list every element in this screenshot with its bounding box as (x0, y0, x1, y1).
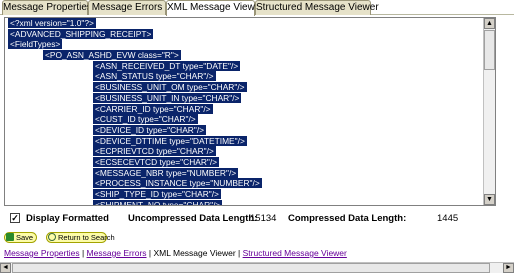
xml-line: <CARRIER_ID type="CHAR"/> (5, 103, 483, 115)
xml-line: <BUSINESS_UNIT_OM type="CHAR"/> (5, 82, 483, 93)
link-message-properties[interactable]: Message Properties (4, 248, 80, 258)
xml-viewer[interactable]: <?xml version="1.0"?> <ADVANCED_SHIPPING_… (4, 17, 496, 206)
xml-line-text: <PROCESS_INSTANCE type="NUMBER"/> (93, 178, 262, 189)
tab-bar: Message Properties Message Errors XML Me… (0, 0, 514, 16)
xml-line: <PROCESS_INSTANCE type="NUMBER"/> (5, 178, 483, 189)
tab-message-errors[interactable]: Message Errors (88, 0, 166, 15)
xml-line-text: <?xml version="1.0"?> (8, 18, 96, 28)
tab-xml-message-viewer[interactable]: XML Message Viewer (166, 0, 264, 16)
save-button[interactable]: Save (4, 232, 37, 243)
link-message-errors[interactable]: Message Errors (87, 248, 147, 258)
xml-line-text: <ECSECEVTCD type="CHAR"/> (93, 156, 220, 167)
scroll-right-icon[interactable]: ► (503, 263, 514, 273)
xml-line: <PO_ASN_ASHD_EVW class="R"> (5, 50, 483, 61)
xml-line-text: <BUSINESS_UNIT_OM type="CHAR"/> (93, 82, 247, 93)
display-formatted-checkbox[interactable]: ✓ (10, 213, 20, 223)
xml-line: <ADVANCED_SHIPPING_RECEIPT> (5, 28, 483, 40)
xml-line: <SHIPMENT_NO type="CHAR"/> (5, 199, 483, 205)
xml-line: <MESSAGE_NBR type="NUMBER"/> (5, 167, 483, 179)
status-row: ✓ Display Formatted Uncompressed Data Le… (10, 212, 500, 226)
xml-line: <ECSECEVTCD type="CHAR"/> (5, 156, 483, 168)
save-icon (6, 233, 14, 241)
return-to-search-label: Return to Search (58, 233, 115, 242)
xml-line-text: <BUSINESS_UNIT_IN type="CHAR"/> (93, 92, 242, 103)
xml-line: <DEVICE_ID type="CHAR"/> (5, 124, 483, 136)
xml-line: <?xml version="1.0"?> (5, 18, 483, 29)
vertical-scrollbar[interactable]: ▲ ▼ (483, 18, 495, 205)
scroll-down-icon[interactable]: ▼ (484, 194, 495, 205)
tab-message-properties[interactable]: Message Properties (2, 0, 92, 15)
xml-line-text: <SHIPMENT_NO type="CHAR"/> (93, 199, 223, 205)
xml-line-text: <ASN_STATUS type="CHAR"/> (93, 71, 216, 82)
xml-line: <DEVICE_DTTIME type="DATETIME"/> (5, 135, 483, 147)
horizontal-scroll-thumb[interactable] (12, 263, 490, 273)
xml-line-text: <SHIP_TYPE_ID type="CHAR"/> (93, 189, 221, 199)
xml-line: <ASN_RECEIVED_DT type="DATE"/> (5, 60, 483, 72)
link-structured-message-viewer[interactable]: Structured Message Viewer (243, 248, 347, 258)
xml-text-area[interactable]: <?xml version="1.0"?> <ADVANCED_SHIPPING_… (5, 18, 483, 205)
link-separator: | (79, 248, 87, 258)
scroll-thumb[interactable] (484, 30, 495, 70)
scroll-up-icon[interactable]: ▲ (484, 18, 495, 29)
display-formatted-label: Display Formatted (26, 213, 109, 224)
xml-line: <SHIP_TYPE_ID type="CHAR"/> (5, 189, 483, 200)
xml-line-text: <DEVICE_DTTIME type="DATETIME"/> (93, 135, 247, 146)
uncompressed-length-label: Uncompressed Data Length: (128, 213, 258, 224)
xml-line-text: <CUST_ID type="CHAR"/> (93, 114, 198, 125)
link-xml-message-viewer-current: XML Message Viewer (153, 248, 236, 258)
tab-structured-message-viewer[interactable]: Structured Message Viewer (255, 0, 379, 15)
xml-line: <ECPRIEVTCD type="CHAR"/> (5, 146, 483, 157)
xml-line: <FieldTypes> (5, 39, 483, 50)
bottom-nav-links: Message Properties | Message Errors | XM… (4, 248, 510, 260)
xml-line-text: <ADVANCED_SHIPPING_RECEIPT> (8, 28, 154, 39)
horizontal-scrollbar[interactable]: ◄ ► (0, 262, 514, 273)
xml-line-text: <ASN_RECEIVED_DT type="DATE"/> (93, 60, 241, 71)
xml-line-text: <MESSAGE_NBR type="NUMBER"/> (93, 167, 239, 178)
xml-line-text: <PO_ASN_ASHD_EVW class="R"> (43, 50, 181, 61)
xml-line-text: <ECPRIEVTCD type="CHAR"/> (93, 146, 216, 157)
uncompressed-length-value: 15134 (250, 213, 277, 224)
search-icon (48, 233, 56, 241)
xml-line: <BUSINESS_UNIT_IN type="CHAR"/> (5, 92, 483, 104)
return-to-search-button[interactable]: Return to Search (46, 232, 115, 243)
save-button-label: Save (16, 233, 34, 242)
scroll-left-icon[interactable]: ◄ (0, 263, 11, 273)
compressed-length-label: Compressed Data Length: (288, 213, 407, 224)
link-separator: | (235, 248, 243, 258)
xml-line: <ASN_STATUS type="CHAR"/> (5, 71, 483, 82)
xml-line-text: <FieldTypes> (8, 39, 63, 50)
compressed-length-value: 1445 (437, 213, 459, 224)
xml-line-text: <DEVICE_ID type="CHAR"/> (93, 124, 207, 135)
xml-line: <CUST_ID type="CHAR"/> (5, 114, 483, 125)
xml-line-text: <CARRIER_ID type="CHAR"/> (93, 103, 213, 114)
